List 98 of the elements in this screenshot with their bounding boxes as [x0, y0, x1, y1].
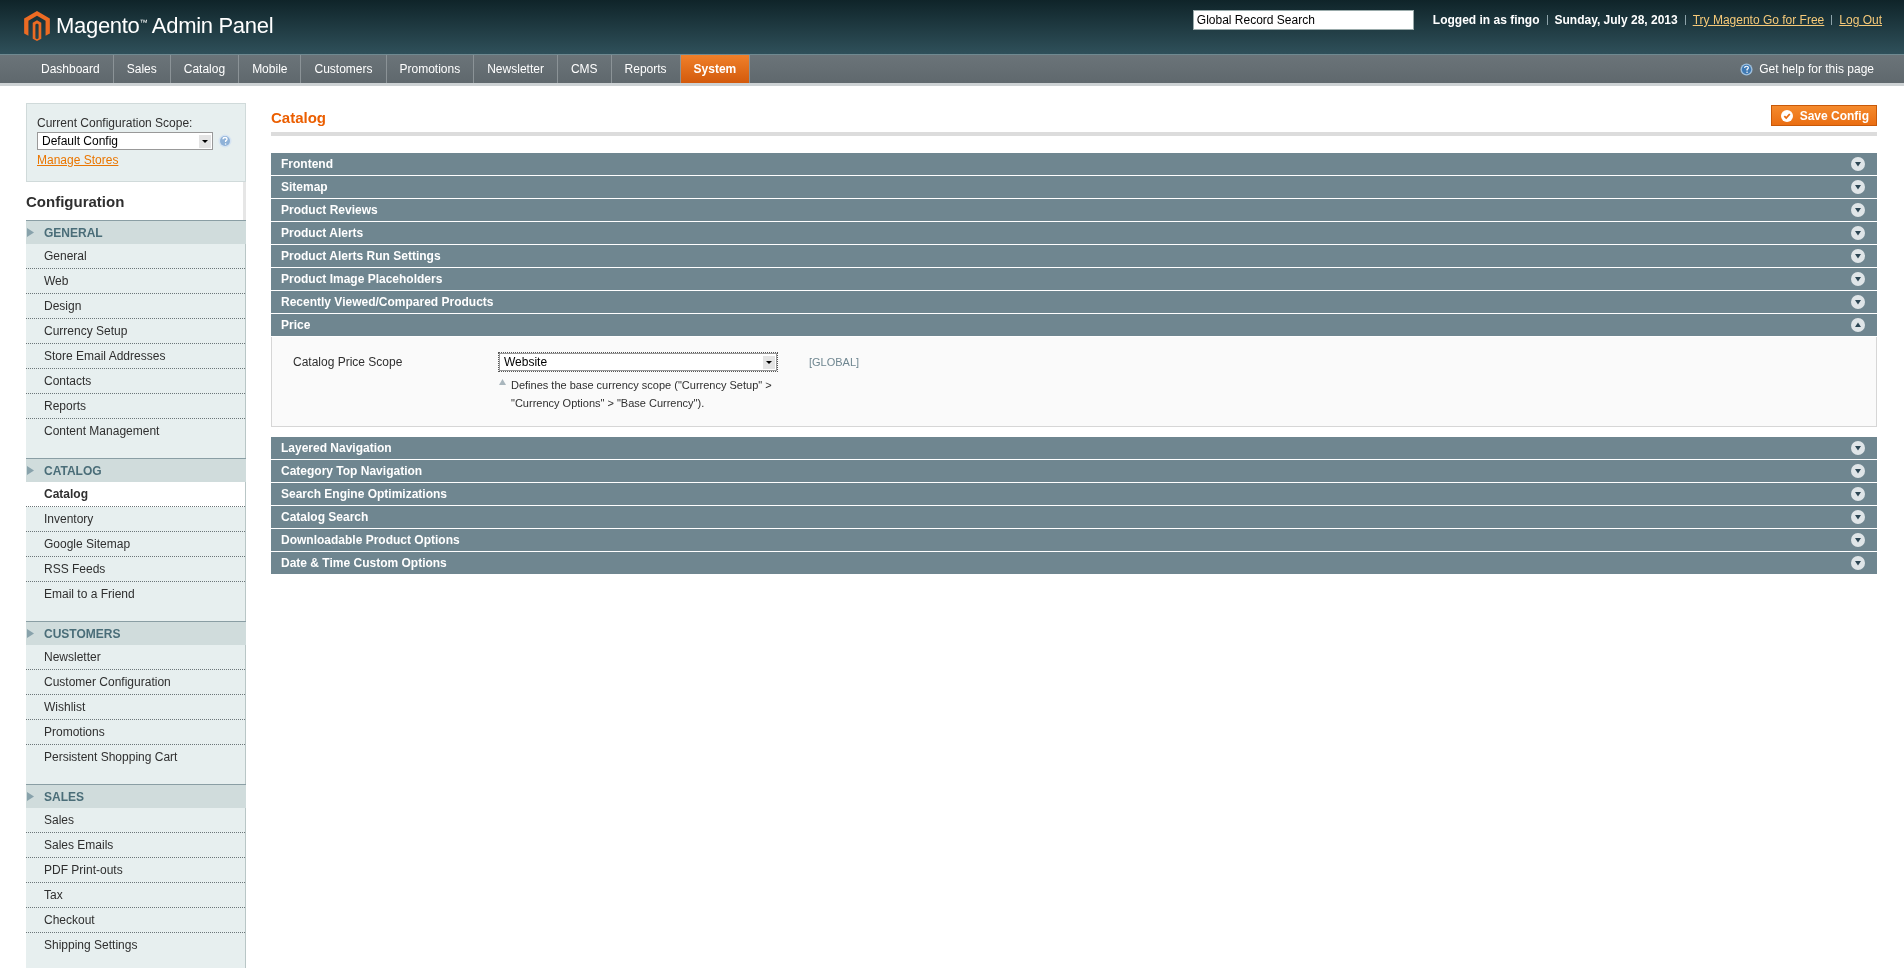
expand-icon — [1851, 487, 1865, 501]
sidebar-item[interactable]: General — [26, 244, 245, 269]
date-label: Sunday, July 28, 2013 — [1554, 13, 1678, 27]
section-header[interactable]: Frontend — [271, 153, 1877, 176]
triangle-icon — [27, 466, 34, 475]
sidebar-section-header[interactable]: GENERAL — [26, 220, 246, 244]
help-link[interactable]: Get help for this page — [1759, 62, 1874, 76]
triangle-icon — [27, 228, 34, 237]
expand-icon — [1851, 441, 1865, 455]
sidebar-item[interactable]: Newsletter — [26, 645, 245, 670]
save-config-button[interactable]: Save Config — [1770, 105, 1877, 126]
sidebar-item[interactable]: Currency Setup — [26, 319, 245, 344]
sidebar-item[interactable]: Persistent Shopping Cart — [26, 745, 245, 769]
sidebar-section-header[interactable]: CUSTOMERS — [26, 621, 246, 645]
section-header[interactable]: Layered Navigation — [271, 437, 1877, 460]
help-icon — [1740, 62, 1754, 76]
caret-icon — [199, 134, 211, 148]
section-header[interactable]: Date & Time Custom Options — [271, 552, 1877, 575]
section-header[interactable]: Catalog Search — [271, 506, 1877, 529]
sidebar-item[interactable]: Tax — [26, 883, 245, 908]
sidebar-item[interactable]: Reports — [26, 394, 245, 419]
sidebar-item[interactable]: Customer Configuration — [26, 670, 245, 695]
triangle-icon — [499, 379, 506, 385]
sidebar-item[interactable]: Web — [26, 269, 245, 294]
section-header[interactable]: Search Engine Optimizations — [271, 483, 1877, 506]
section-header[interactable]: Price — [271, 314, 1877, 337]
sidebar-item[interactable]: PDF Print-outs — [26, 858, 245, 883]
sidebar-item[interactable]: RSS Feeds — [26, 557, 245, 582]
nav-tab[interactable]: CMS — [557, 55, 612, 83]
logo-icon — [24, 11, 50, 41]
sidebar-section-header[interactable]: SALES — [26, 784, 246, 808]
section-title: SALES — [44, 789, 84, 804]
nav-tab[interactable]: Catalog — [170, 55, 240, 83]
sidebar-title: Configuration — [26, 182, 246, 220]
expand-icon — [1851, 533, 1865, 547]
nav-tab[interactable]: System — [680, 55, 751, 83]
section-title: CUSTOMERS — [44, 626, 121, 641]
sidebar-item[interactable]: Inventory — [26, 507, 245, 532]
nav-tab[interactable]: Customers — [301, 55, 387, 83]
help-icon[interactable] — [218, 134, 232, 148]
nav-tab[interactable]: Mobile — [239, 55, 302, 83]
sidebar-item[interactable]: Google Sitemap — [26, 532, 245, 557]
expand-icon — [1851, 180, 1865, 194]
sidebar-item[interactable]: Catalog — [26, 482, 245, 507]
sidebar-item[interactable]: Store Email Addresses — [26, 344, 245, 369]
section-header[interactable]: Product Alerts — [271, 222, 1877, 245]
expand-icon — [1851, 556, 1865, 570]
expand-icon — [1851, 226, 1865, 240]
sidebar-item[interactable]: Checkout — [26, 908, 245, 933]
search-field[interactable]: Global Record Search — [1192, 10, 1414, 30]
field-label: Catalog Price Scope — [293, 354, 404, 369]
sidebar-item[interactable]: Contacts — [26, 369, 245, 394]
manage-stores-link[interactable]: Manage Stores — [37, 153, 119, 167]
expand-icon — [1851, 203, 1865, 217]
sidebar-item[interactable]: Email to a Friend — [26, 582, 245, 606]
expand-icon — [1851, 272, 1865, 286]
scope-label: [GLOBAL] — [809, 355, 860, 368]
section-header[interactable]: Category Top Navigation — [271, 460, 1877, 483]
sidebar-section-header[interactable]: CATALOG — [26, 458, 246, 482]
header-link[interactable]: Log Out — [1839, 13, 1882, 27]
expand-icon — [1851, 249, 1865, 263]
price-scope-select[interactable]: Website — [499, 353, 777, 371]
nav-tab[interactable]: Reports — [611, 55, 681, 83]
section-header[interactable]: Recently Viewed/Compared Products — [271, 291, 1877, 314]
scope-select[interactable]: Default Config — [37, 132, 213, 150]
expand-icon — [1851, 510, 1865, 524]
expand-icon — [1851, 295, 1865, 309]
user-label: Logged in as fingo — [1432, 13, 1540, 27]
caret-icon — [763, 355, 775, 369]
sidebar-item[interactable]: Content Management — [26, 419, 245, 443]
expand-icon — [1851, 464, 1865, 478]
scope-label: Current Configuration Scope: — [37, 116, 194, 130]
sidebar-item[interactable]: Sales — [26, 808, 245, 833]
sidebar-item[interactable]: Shipping Settings — [26, 933, 245, 957]
collapse-icon — [1851, 318, 1865, 332]
section-header[interactable]: Sitemap — [271, 176, 1877, 199]
sidebar-item[interactable]: Design — [26, 294, 245, 319]
sidebar-item[interactable]: Promotions — [26, 720, 245, 745]
triangle-icon — [27, 792, 34, 801]
header-link[interactable]: Try Magento Go for Free — [1692, 13, 1825, 27]
sidebar-item[interactable]: Sales Emails — [26, 833, 245, 858]
field-comment: Defines the base currency scope ("Currency Setup" > "Currency Options" > "Base Currency"). — [511, 378, 773, 411]
section-header[interactable]: Product Reviews — [271, 199, 1877, 222]
triangle-icon — [27, 629, 34, 638]
logo-text: Magento$^{™}$ Admin Panel — [56, 13, 274, 39]
check-icon — [1780, 109, 1793, 122]
nav-tab[interactable]: Sales — [113, 55, 171, 83]
section-header[interactable]: Product Alerts Run Settings — [271, 245, 1877, 268]
expand-icon — [1851, 157, 1865, 171]
sidebar-item[interactable]: Wishlist — [26, 695, 245, 720]
page-title: Catalog — [271, 108, 326, 126]
nav-tab[interactable]: Dashboard — [28, 55, 114, 83]
nav-tab[interactable]: Promotions — [386, 55, 475, 83]
nav-tab[interactable]: Newsletter — [474, 55, 558, 83]
section-title: GENERAL — [44, 225, 103, 240]
section-header[interactable]: Product Image Placeholders — [271, 268, 1877, 291]
section-header[interactable]: Downloadable Product Options — [271, 529, 1877, 552]
section-title: CATALOG — [44, 463, 102, 478]
